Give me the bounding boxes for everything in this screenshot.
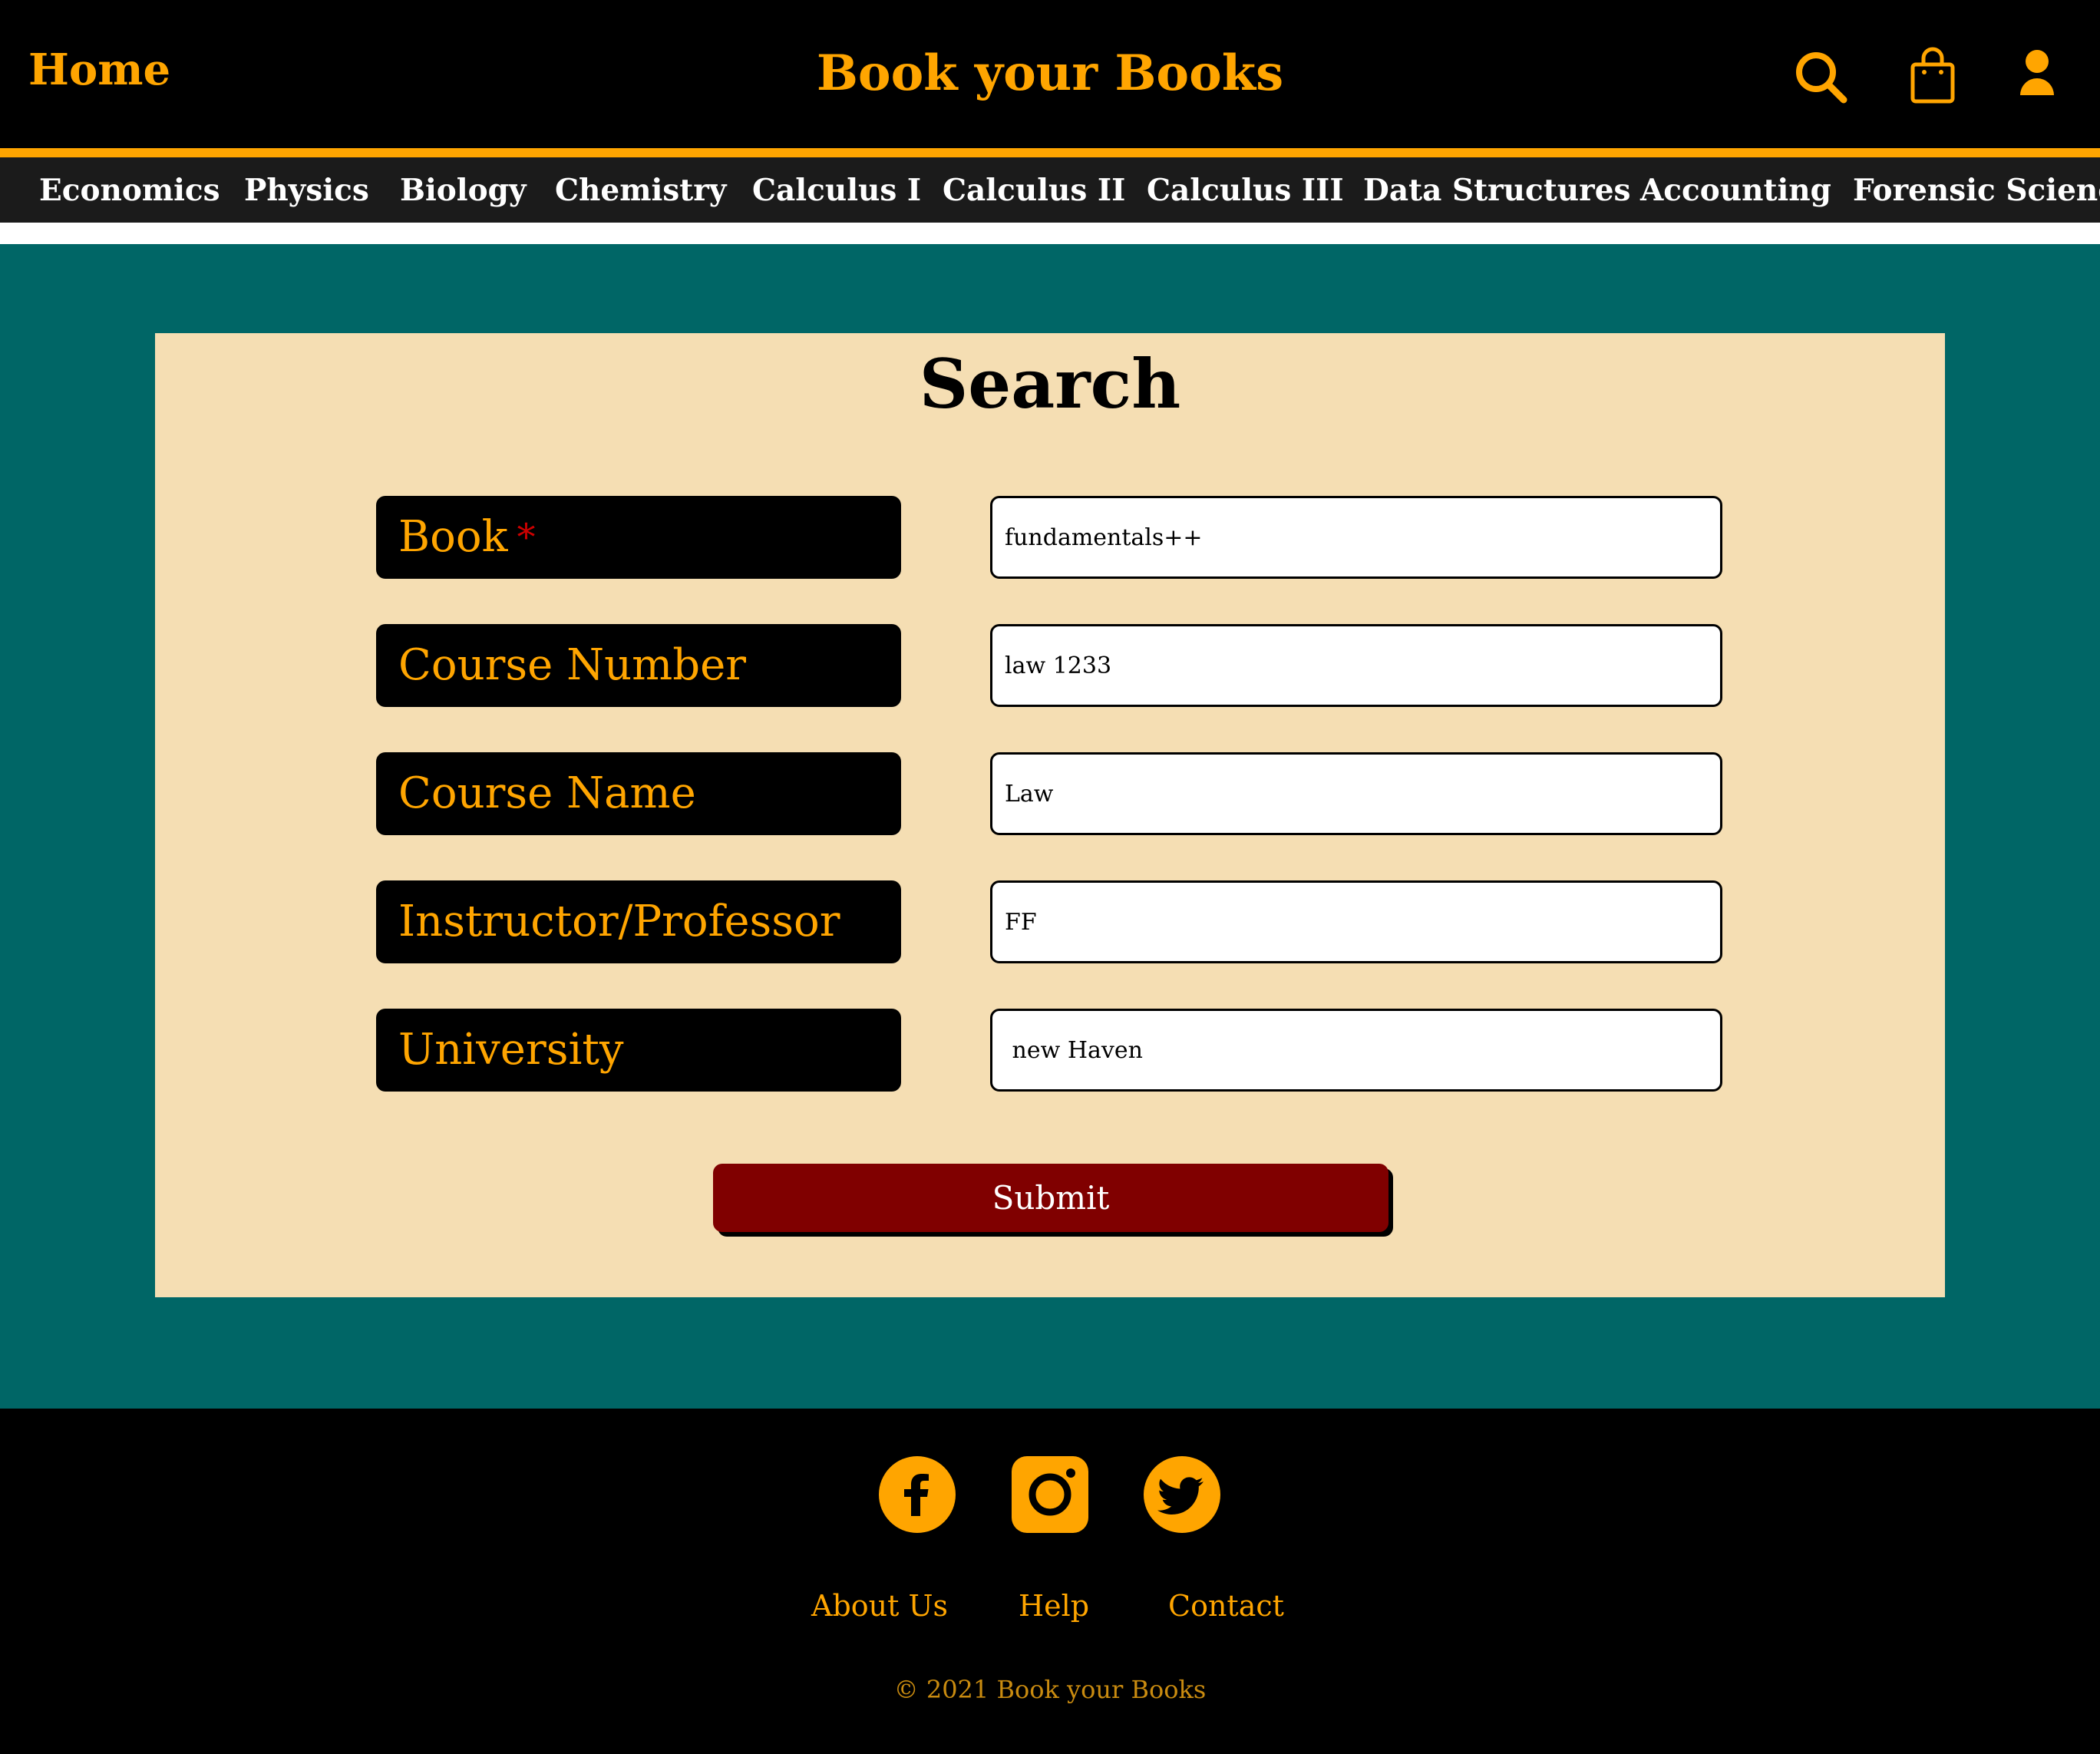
footer-link-contact[interactable]: Contact	[1168, 1589, 1284, 1623]
shopping-bag-icon[interactable]	[1902, 46, 1963, 107]
category-nav: Economics Physics Biology Chemistry Calc…	[0, 157, 2100, 223]
nav-calculus-1[interactable]: Calculus I	[752, 173, 921, 208]
site-title: Book your Books	[816, 45, 1284, 102]
facebook-icon[interactable]	[879, 1456, 956, 1533]
nav-calculus-3[interactable]: Calculus III	[1147, 173, 1344, 208]
nav-data-structures[interactable]: Data Structures	[1363, 173, 1630, 208]
required-mark: *	[517, 516, 536, 559]
book-input[interactable]	[990, 496, 1722, 579]
footer-link-help[interactable]: Help	[1019, 1589, 1089, 1623]
nav-physics[interactable]: Physics	[244, 173, 369, 208]
instructor-label: Instructor/Professor	[376, 880, 901, 963]
book-label-text: Book	[398, 512, 508, 562]
footer-link-about[interactable]: About Us	[811, 1589, 948, 1623]
copyright-text: © 2021 Book your Books	[893, 1675, 1207, 1704]
twitter-icon[interactable]	[1144, 1456, 1220, 1533]
nav-economics[interactable]: Economics	[39, 173, 220, 208]
user-icon[interactable]	[2006, 46, 2068, 107]
course-name-input[interactable]	[990, 752, 1722, 835]
instagram-icon[interactable]	[1012, 1456, 1088, 1533]
nav-accounting[interactable]: Accounting	[1640, 173, 1831, 208]
course-number-label: Course Number	[376, 624, 901, 707]
nav-forensic-science[interactable]: Forensic Science	[1853, 173, 2100, 208]
nav-biology[interactable]: Biology	[400, 173, 527, 208]
header-accent-line	[0, 148, 2100, 157]
book-label: Book *	[376, 496, 901, 579]
submit-button[interactable]: Submit	[713, 1164, 1388, 1232]
nav-chemistry[interactable]: Chemistry	[555, 173, 726, 208]
search-title: Search	[919, 344, 1181, 424]
university-label: University	[376, 1009, 901, 1092]
course-name-label: Course Name	[376, 752, 901, 835]
nav-calculus-2[interactable]: Calculus II	[943, 173, 1125, 208]
course-number-input[interactable]	[990, 624, 1722, 707]
search-icon[interactable]	[1790, 46, 1851, 107]
instructor-input[interactable]	[990, 880, 1722, 963]
university-input[interactable]	[990, 1009, 1722, 1092]
